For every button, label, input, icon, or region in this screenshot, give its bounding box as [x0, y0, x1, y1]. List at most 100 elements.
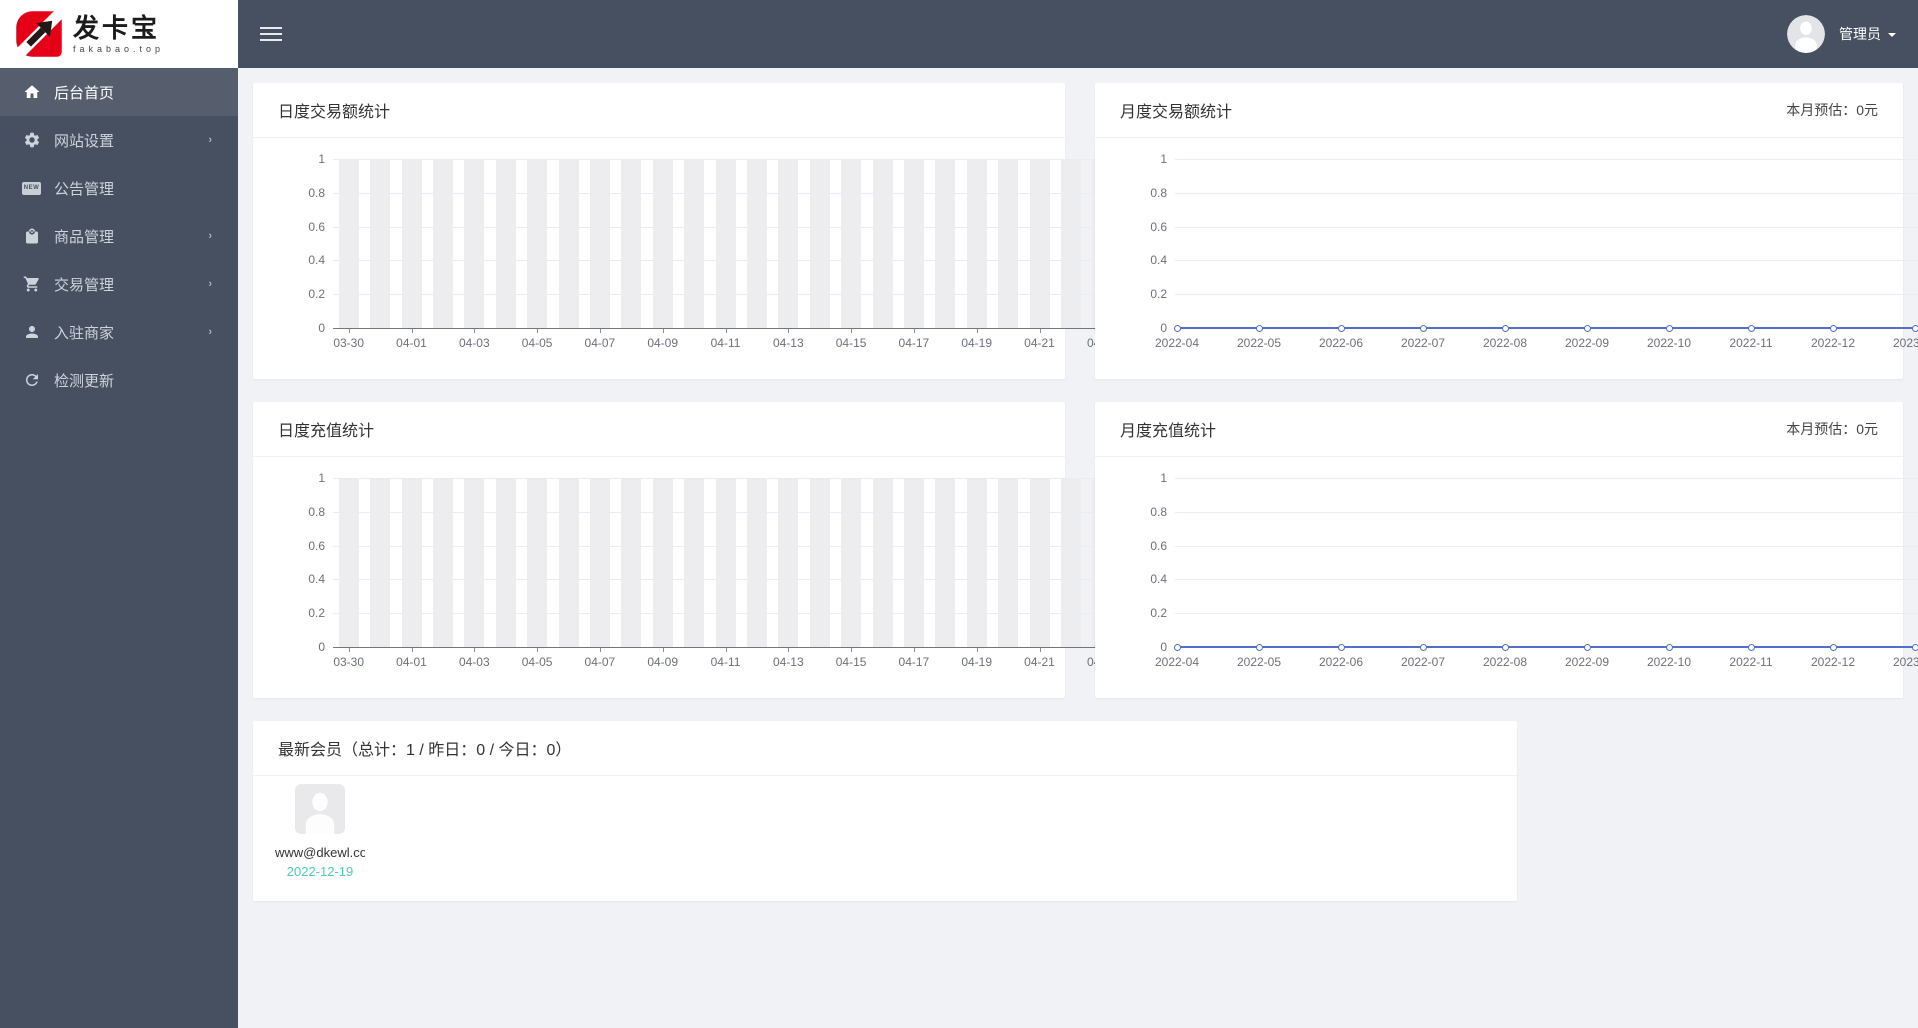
chart-band	[432, 478, 453, 647]
x-axis-label: 04-19	[961, 336, 993, 350]
gridline	[333, 192, 1103, 194]
gridline	[1175, 192, 1918, 194]
chart-band	[935, 478, 956, 647]
chart-band	[495, 478, 516, 647]
username-label: 管理员	[1839, 26, 1881, 42]
x-axis-label: 04-13	[772, 655, 804, 669]
x-axis-label: 04-01	[396, 655, 427, 669]
chart-band	[558, 478, 579, 647]
y-axis-label: 0.4	[308, 572, 325, 587]
shopping-bag-icon	[22, 227, 41, 246]
data-point-marker	[1665, 324, 1673, 332]
sidebar-item-transactions[interactable]: 交易管理 ›	[0, 260, 238, 308]
x-axis-label: 2022-10	[1646, 336, 1692, 350]
card-title: 日度交易额统计	[278, 104, 391, 121]
x-axis-tick	[662, 329, 664, 333]
member-register-date: 2022-12-19	[286, 864, 354, 879]
x-axis-label: 2022-12	[1810, 655, 1856, 669]
y-axis-label: 0	[1160, 321, 1167, 335]
gridline	[1175, 260, 1918, 262]
gridline	[333, 478, 1103, 479]
card-daily-trade: 日度交易额统计 0 0.2 0.4 0.6 0.8 1 03-30 04-01 04-03 04-…	[253, 83, 1118, 379]
x-axis-label: 04-09	[647, 655, 679, 669]
chart-band	[903, 159, 924, 328]
x-axis-tick	[599, 648, 601, 652]
gridline	[333, 294, 1103, 296]
y-axis-label: 0.2	[308, 287, 325, 302]
x-axis-label: 2022-07	[1400, 336, 1446, 350]
x-axis-tick	[474, 329, 476, 333]
gridline	[1175, 511, 1918, 513]
y-axis-label: 0.8	[1150, 185, 1167, 200]
hamburger-icon[interactable]	[260, 23, 282, 45]
cart-icon	[22, 275, 41, 294]
data-point-marker	[1419, 643, 1427, 651]
chart-band	[1029, 478, 1050, 647]
brand-domain: fakabao.top	[73, 44, 165, 54]
chart-band	[495, 159, 516, 328]
x-axis-label: 04-11	[710, 655, 741, 669]
card-monthly-trade: 月度交易额统计 本月预估：0元 0 0.2 0.4 0.6 0.8 1 2022-04 202…	[1095, 83, 1918, 379]
home-icon	[22, 83, 41, 102]
x-axis-line	[333, 647, 1103, 648]
x-axis-tick	[348, 648, 350, 652]
sidebar-item-label: 后台首页	[54, 84, 115, 102]
chart-band	[935, 159, 956, 328]
card-header: 日度充值统计	[253, 402, 1065, 457]
sidebar-item-dashboard[interactable]: 后台首页	[0, 68, 238, 116]
sidebar-item-merchants[interactable]: 入驻商家 ›	[0, 308, 238, 356]
x-axis-label: 2022-11	[1729, 336, 1773, 350]
chart-band	[684, 159, 705, 328]
x-axis-label: 2022-11	[1729, 655, 1773, 669]
chart-band	[432, 159, 453, 328]
x-axis-tick	[788, 648, 790, 652]
x-axis-label: 2022-08	[1482, 336, 1528, 350]
chart-band	[715, 478, 736, 647]
x-axis-label: 04-03	[458, 336, 490, 350]
brand-logo[interactable]: 发卡宝 fakabao.top	[0, 0, 238, 68]
x-axis-label: 04-21	[1024, 655, 1055, 669]
chart-band	[401, 478, 422, 647]
y-axis-label: 0	[318, 321, 325, 335]
sidebar-item-announcements[interactable]: NEW 公告管理	[0, 164, 238, 212]
x-axis-label: 2022-12	[1810, 336, 1856, 350]
y-axis-label: 0.8	[1150, 504, 1167, 519]
daily-trade-chart: 0 0.2 0.4 0.6 0.8 1 03-30 04-01 04-03 04-05 04-07 0…	[253, 138, 1117, 379]
chart-band	[841, 478, 862, 647]
data-point-marker	[1501, 324, 1509, 332]
gridline	[333, 260, 1103, 262]
sidebar-item-label: 商品管理	[54, 228, 115, 246]
chevron-right-icon: ›	[208, 278, 212, 290]
chart-band	[684, 478, 705, 647]
x-axis-label: 04-11	[710, 336, 741, 350]
x-axis-line	[333, 328, 1103, 329]
sidebar-item-check-update[interactable]: 检测更新	[0, 356, 238, 404]
y-axis-label: 0.2	[1150, 287, 1167, 302]
brand-logo-icon	[13, 8, 65, 60]
sidebar-item-products[interactable]: 商品管理 ›	[0, 212, 238, 260]
chart-band	[841, 159, 862, 328]
chart-band	[778, 478, 799, 647]
x-axis-tick	[913, 648, 915, 652]
x-axis-label: 04-21	[1024, 336, 1055, 350]
x-axis-tick	[851, 329, 853, 333]
data-point-marker	[1747, 643, 1755, 651]
x-axis-tick	[537, 329, 539, 333]
chart-band	[589, 159, 610, 328]
monthly-estimate-label: 本月预估：0元	[1786, 421, 1878, 437]
x-axis-tick	[1039, 648, 1041, 652]
user-menu[interactable]: 管理员	[1787, 15, 1896, 53]
x-axis-tick	[599, 329, 601, 333]
sidebar-item-site-settings[interactable]: 网站设置 ›	[0, 116, 238, 164]
x-axis-tick	[474, 648, 476, 652]
member-avatar-icon	[295, 784, 345, 838]
chart-band	[527, 478, 548, 647]
chart-band	[872, 478, 893, 647]
y-axis-label: 0.6	[308, 219, 325, 234]
charts-row-2: 日度充值统计 0 0.2 0.4 0.6 0.8 1 03-30 04-01 04-03 04-0…	[253, 402, 1918, 698]
y-axis-label: 0.6	[308, 538, 325, 553]
gridline	[333, 159, 1103, 160]
gridline	[1175, 579, 1918, 581]
card-title: 月度交易额统计	[1120, 104, 1233, 121]
member-list: www@dkewl.com 2022-12-19	[253, 776, 1517, 879]
